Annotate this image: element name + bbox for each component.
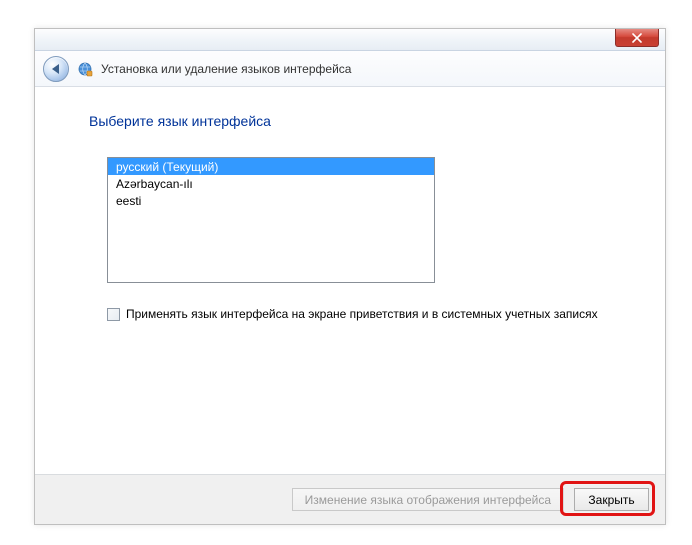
content-area: Выберите язык интерфейса русский (Текущи… [35, 87, 665, 474]
language-listbox[interactable]: русский (Текущий) Azərbaycan-ılı eesti [107, 157, 435, 283]
back-button[interactable] [43, 56, 69, 82]
globe-icon [77, 61, 93, 77]
list-item[interactable]: eesti [108, 192, 434, 209]
close-button[interactable]: Закрыть [574, 488, 649, 511]
titlebar [35, 29, 665, 51]
footer: Изменение языка отображения интерфейса З… [35, 474, 665, 524]
window-title: Установка или удаление языков интерфейса [101, 62, 351, 76]
nav-row: Установка или удаление языков интерфейса [35, 51, 665, 87]
list-item[interactable]: Azərbaycan-ılı [108, 175, 434, 192]
arrow-left-icon [52, 64, 59, 74]
dialog-window: Установка или удаление языков интерфейса… [34, 28, 666, 525]
apply-checkbox-label: Применять язык интерфейса на экране прив… [126, 307, 598, 321]
window-close-button[interactable] [615, 29, 659, 47]
page-heading: Выберите язык интерфейса [89, 113, 611, 129]
apply-welcome-checkbox[interactable] [107, 308, 120, 321]
change-display-language-button: Изменение языка отображения интерфейса [292, 488, 564, 511]
apply-checkbox-row: Применять язык интерфейса на экране прив… [107, 307, 611, 321]
list-item[interactable]: русский (Текущий) [108, 158, 434, 175]
close-icon [632, 33, 642, 43]
